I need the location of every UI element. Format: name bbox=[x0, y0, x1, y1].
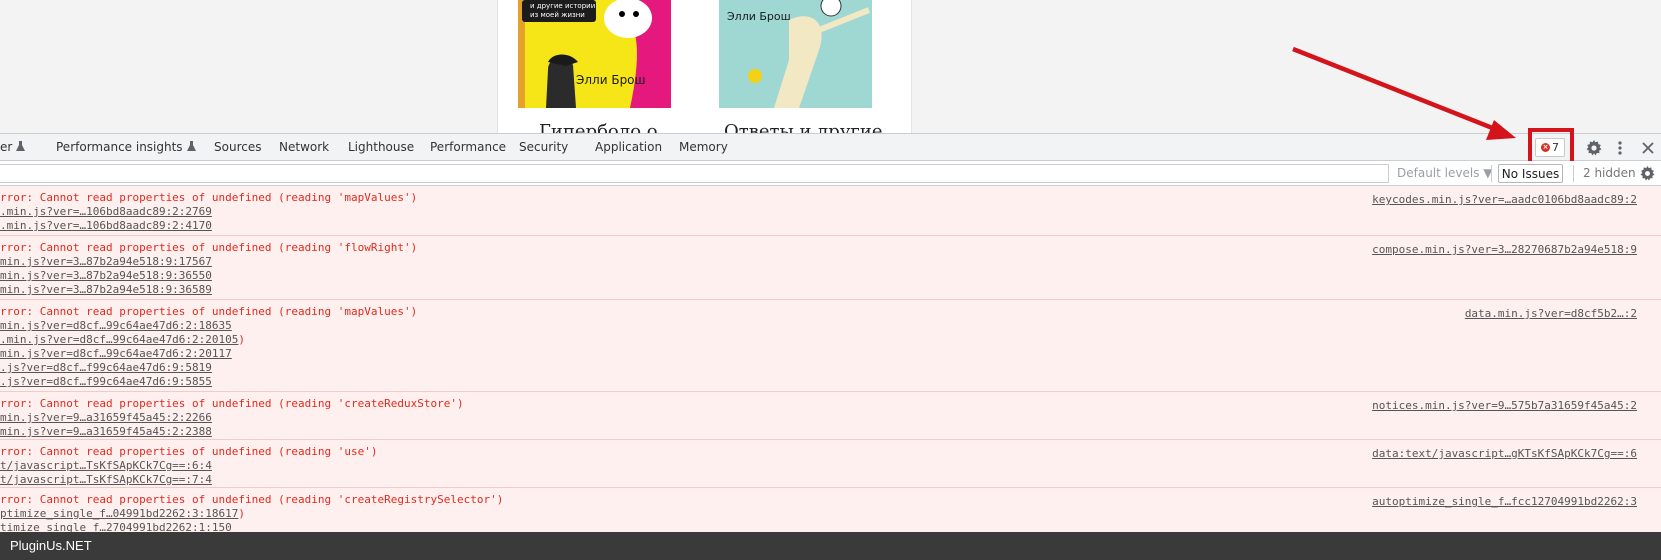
stack-frame-link[interactable]: t/javascript…TsKfSApKCk7Cg==:7:4 bbox=[0, 473, 212, 486]
error-source-link[interactable]: compose.min.js?ver=3…28270687b2a94e518:9 bbox=[1372, 243, 1637, 256]
tab-security[interactable]: Security bbox=[519, 140, 568, 154]
book-title-1[interactable]: Гиперболо о bbox=[539, 121, 658, 133]
console-settings-gear-icon[interactable] bbox=[1638, 164, 1657, 183]
stack-frame-link[interactable]: .js?ver=d8cf…f99c64ae47d6:9:5819 bbox=[0, 361, 212, 374]
stack-frame-link[interactable]: t/javascript…TsKfSApKCk7Cg==:6:4 bbox=[0, 459, 212, 472]
stack-frame-link[interactable]: ptimize_single_f…04991bd2262:3:18617 bbox=[0, 507, 245, 520]
stack-frame-link[interactable]: .min.js?ver=d8cf…99c64ae47d6:2:20105 bbox=[0, 333, 245, 346]
close-devtools-icon[interactable] bbox=[1638, 138, 1658, 158]
experiment-flask-icon bbox=[186, 141, 196, 151]
error-text: rror: Cannot read properties of undefine… bbox=[0, 493, 504, 506]
stack-frame-link[interactable]: min.js?ver=3…87b2a94e518:9:36589 bbox=[0, 283, 212, 296]
tab-lighthouse[interactable]: Lighthouse bbox=[348, 140, 414, 154]
error-text: rror: Cannot read properties of undefine… bbox=[0, 191, 418, 204]
tab-sources[interactable]: Sources bbox=[214, 140, 261, 154]
stack-frame-link[interactable]: min.js?ver=d8cf…99c64ae47d6:2:20117 bbox=[0, 347, 232, 360]
brand-watermark: PluginUs.NET bbox=[10, 538, 92, 553]
stack-frame-link[interactable]: min.js?ver=3…87b2a94e518:9:17567 bbox=[0, 255, 212, 268]
book-title-2[interactable]: Ответы и другие bbox=[724, 121, 883, 133]
tab-performance[interactable]: Performance bbox=[430, 140, 506, 154]
cover-author-2: Элли Брош bbox=[727, 10, 791, 23]
footer-bar: PluginUs.NET bbox=[0, 532, 1661, 560]
stack-frame-link[interactable]: .min.js?ver=…106bd8aadc89:2:2769 bbox=[0, 205, 212, 218]
no-issues-button[interactable]: No Issues bbox=[1498, 164, 1563, 183]
console-error-message: rror: Cannot read properties of undefine… bbox=[0, 392, 1661, 440]
web-page-area: и другие истории из моей жизни Элли Брош… bbox=[0, 0, 1661, 133]
tab-performance-insights[interactable]: Performance insights bbox=[56, 140, 196, 154]
error-source-link[interactable]: notices.min.js?ver=9…575b7a31659f45a45:2 bbox=[1372, 399, 1637, 412]
cover-author-1: Элли Брош bbox=[576, 73, 646, 87]
more-options-icon[interactable] bbox=[1610, 138, 1630, 158]
product-grid: и другие истории из моей жизни Элли Брош… bbox=[497, 0, 912, 133]
error-source-link[interactable]: autoptimize_single_f…fcc12704991bd2262:3 bbox=[1372, 495, 1637, 508]
stack-frame-link[interactable]: .min.js?ver=…106bd8aadc89:2:4170 bbox=[0, 219, 212, 232]
devtools-tab-bar: er Performance insights Sources Network … bbox=[0, 128, 1661, 166]
hidden-messages-count: 2 hidden bbox=[1583, 166, 1636, 180]
error-text: rror: Cannot read properties of undefine… bbox=[0, 241, 418, 254]
error-source-link[interactable]: data:text/javascript…gKTsKfSApKCk7Cg==:6 bbox=[1372, 447, 1637, 460]
console-error-message: rror: Cannot read properties of undefine… bbox=[0, 186, 1661, 236]
error-text: rror: Cannot read properties of undefine… bbox=[0, 305, 418, 318]
toolbar-divider bbox=[1573, 165, 1574, 182]
console-error-message: rror: Cannot read properties of undefine… bbox=[0, 300, 1661, 392]
cover-text-1b: из моей жизни bbox=[530, 11, 585, 19]
tab-network[interactable]: Network bbox=[279, 140, 329, 154]
stack-frame-link[interactable]: min.js?ver=9…a31659f45a45:2:2388 bbox=[0, 425, 212, 438]
book-cover-2[interactable]: Элли Брош bbox=[719, 0, 872, 108]
console-error-message: rror: Cannot read properties of undefine… bbox=[0, 488, 1661, 532]
console-filter-input[interactable] bbox=[0, 164, 1389, 183]
book-illustration-1: и другие истории из моей жизни Элли Брош bbox=[518, 0, 671, 108]
error-text: rror: Cannot read properties of undefine… bbox=[0, 445, 378, 458]
stack-frame-link[interactable]: timize_single_f…2704991bd2262:1:150 bbox=[0, 521, 232, 532]
error-source-link[interactable]: data.min.js?ver=d8cf5b2…:2 bbox=[1465, 307, 1637, 320]
stack-frame-link[interactable]: min.js?ver=3…87b2a94e518:9:36550 bbox=[0, 269, 212, 282]
toolbar-divider bbox=[1491, 165, 1492, 182]
stack-frame-link[interactable]: .js?ver=d8cf…f99c64ae47d6:9:5855 bbox=[0, 375, 212, 388]
error-source-link[interactable]: keycodes.min.js?ver=…aadc0106bd8aadc89:2 bbox=[1372, 193, 1637, 206]
error-text: rror: Cannot read properties of undefine… bbox=[0, 397, 464, 410]
book-illustration-2: Элли Брош bbox=[719, 0, 872, 108]
experiment-flask-icon bbox=[16, 141, 26, 151]
console-error-message: rror: Cannot read properties of undefine… bbox=[0, 236, 1661, 300]
console-error-message: rror: Cannot read properties of undefine… bbox=[0, 440, 1661, 488]
stack-frame-link[interactable]: min.js?ver=d8cf…99c64ae47d6:2:18635 bbox=[0, 319, 232, 332]
settings-gear-icon[interactable] bbox=[1584, 138, 1604, 158]
console-toolbar: Default levels ▼ No Issues 2 hidden bbox=[0, 161, 1661, 186]
console-messages: rror: Cannot read properties of undefine… bbox=[0, 186, 1661, 532]
tab-memory[interactable]: Memory bbox=[679, 140, 728, 154]
tab-application[interactable]: Application bbox=[595, 140, 662, 154]
cover-text-1a: и другие истории bbox=[530, 2, 595, 10]
book-cover-1[interactable]: и другие истории из моей жизни Элли Брош bbox=[518, 0, 671, 108]
log-levels-dropdown[interactable]: Default levels ▼ bbox=[1397, 166, 1493, 180]
tab-recorder[interactable]: er bbox=[0, 140, 26, 154]
stack-frame-link[interactable]: min.js?ver=9…a31659f45a45:2:2266 bbox=[0, 411, 212, 424]
